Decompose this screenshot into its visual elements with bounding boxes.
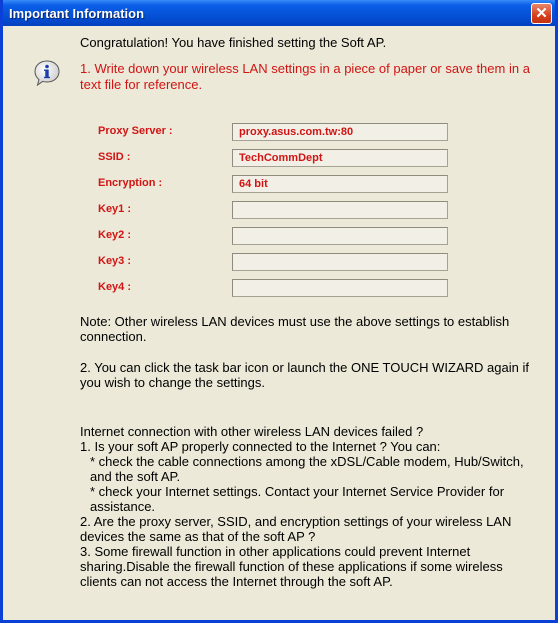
encryption-field[interactable]: 64 bit [232, 175, 448, 193]
info-icon [34, 60, 60, 87]
troubleshoot-item-1b: * check your Internet settings. Contact … [90, 484, 505, 514]
key2-field[interactable] [232, 227, 448, 245]
encryption-label: Encryption : [98, 177, 163, 189]
key3-field[interactable] [232, 253, 448, 271]
dialog-content: Congratulation! You have finished settin… [3, 26, 555, 620]
step1-instruction: 1. Write down your wireless LAN settings… [80, 61, 530, 92]
troubleshoot-item-1a: * check the cable connections among the … [90, 454, 524, 484]
ssid-field[interactable]: TechCommDept [232, 149, 448, 167]
key4-field[interactable] [232, 279, 448, 297]
proxy-server-field[interactable]: proxy.asus.com.tw:80 [232, 123, 448, 141]
step2-instruction: 2. You can click the task bar icon or la… [80, 360, 529, 390]
title-bar[interactable]: Important Information ✕ [3, 0, 555, 26]
troubleshoot-item-3: 3. Some firewall function in other appli… [80, 544, 503, 589]
proxy-server-label: Proxy Server : [98, 125, 173, 137]
key2-label: Key2 : [98, 229, 132, 241]
key1-field[interactable] [232, 201, 448, 219]
ssid-label: SSID : [98, 151, 131, 163]
troubleshoot-item-2: 2. Are the proxy server, SSID, and encry… [80, 514, 512, 544]
key3-label: Key3 : [98, 255, 132, 267]
key4-label: Key4 : [98, 281, 132, 293]
congratulation-text: Congratulation! You have finished settin… [80, 35, 387, 50]
dialog-window: Important Information ✕ Congratulation! … [0, 0, 558, 623]
close-button[interactable]: ✕ [531, 2, 552, 24]
window-title: Important Information [9, 5, 145, 21]
troubleshoot-heading: Internet connection with other wireless … [80, 424, 424, 439]
note-text: Note: Other wireless LAN devices must us… [80, 314, 510, 344]
key1-label: Key1 : [98, 203, 132, 215]
troubleshooting-section: Internet connection with other wireless … [80, 424, 540, 589]
troubleshoot-item-1: 1. Is your soft AP properly connected to… [80, 439, 441, 454]
